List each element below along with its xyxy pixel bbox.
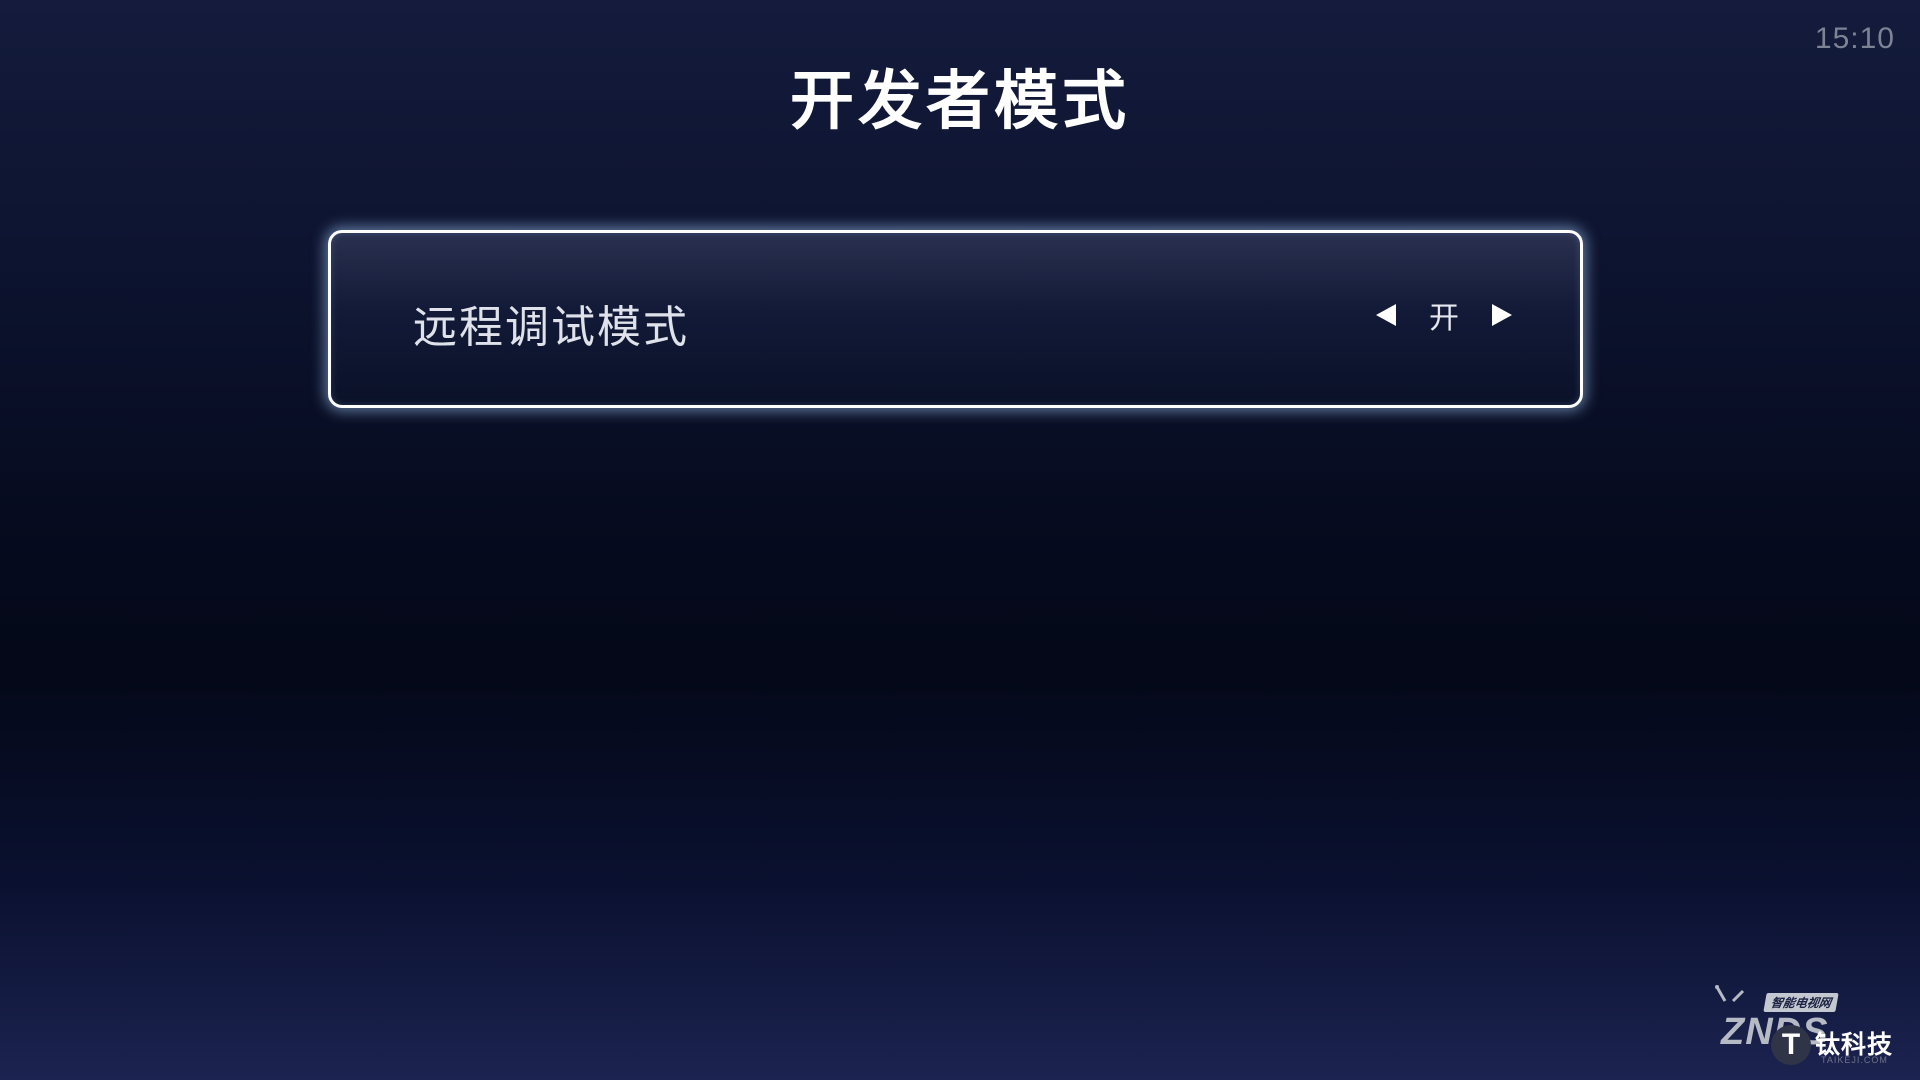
arrow-left-icon[interactable] (1376, 304, 1396, 326)
arrow-right-icon[interactable] (1492, 304, 1512, 326)
watermark-logo: 智能电视网 ZNDS T 钛科技 TAIKEJI.COM (1703, 975, 1908, 1070)
value-selector[interactable]: 开 (1376, 295, 1512, 336)
setting-value: 开 (1429, 301, 1459, 336)
watermark-banner: 智能电视网 (1763, 993, 1839, 1012)
page-title: 开发者模式 (790, 65, 1130, 139)
setting-row-remote-debug[interactable]: 远程调试模式 开 (328, 230, 1583, 408)
taikeji-logo-icon: T (1771, 1025, 1811, 1065)
watermark-sub: TAIKEJI.COM (1821, 1055, 1888, 1065)
setting-label: 远程调试模式 (413, 302, 689, 353)
